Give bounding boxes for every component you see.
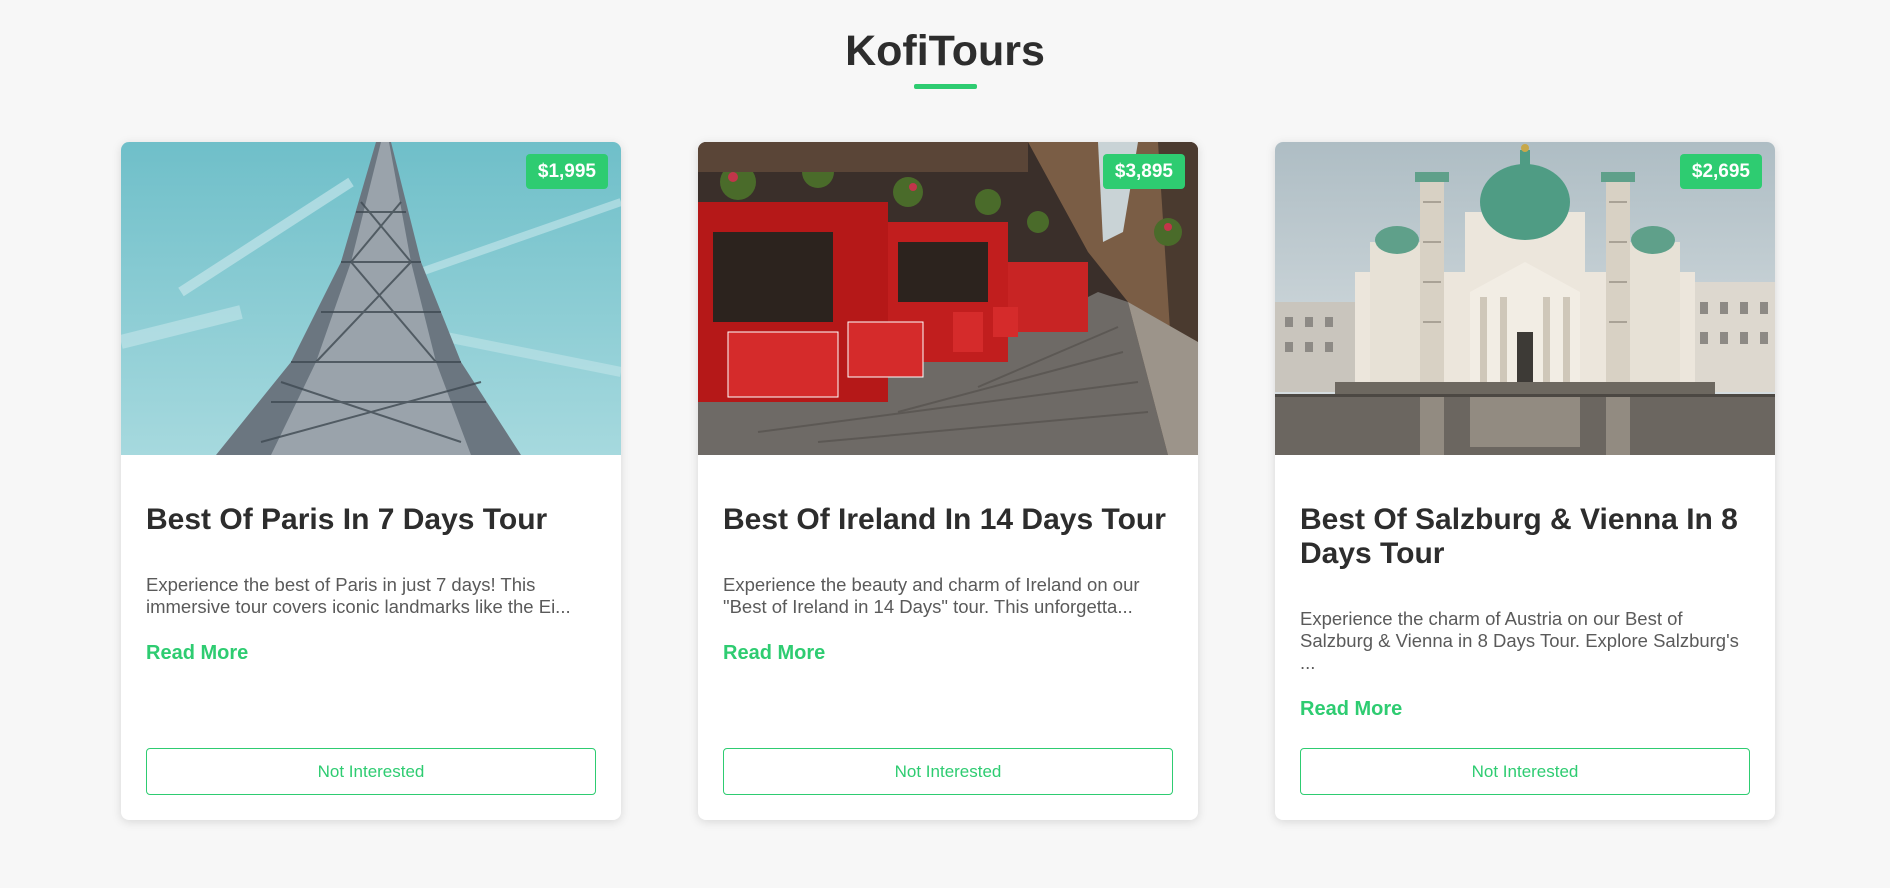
tour-card-list: $1,995 Best Of Paris In 7 Days Tour Expe… xyxy=(121,142,1775,820)
card-body: Best Of Salzburg & Vienna In 8 Days Tour… xyxy=(1275,455,1775,721)
tour-card: $2,695 Best Of Salzburg & Vienna In 8 Da… xyxy=(1275,142,1775,820)
read-more-link[interactable]: Read More xyxy=(146,642,248,665)
tour-description: Experience the beauty and charm of Irela… xyxy=(723,574,1140,617)
tour-image-eiffel-tower: $1,995 xyxy=(121,142,621,455)
site-header: KofiTours xyxy=(0,0,1890,89)
tour-image-karlskirche: $2,695 xyxy=(1275,142,1775,455)
title-underline xyxy=(913,84,977,89)
tour-image-temple-bar: $3,895 xyxy=(698,142,1198,455)
tour-description: Experience the charm of Austria on our B… xyxy=(1300,608,1739,673)
price-badge: $3,895 xyxy=(1102,154,1185,189)
price-badge: $1,995 xyxy=(525,154,608,189)
not-interested-button[interactable]: Not Interested xyxy=(723,748,1173,795)
card-body: Best Of Paris In 7 Days Tour Experience … xyxy=(121,455,621,665)
tour-title: Best Of Paris In 7 Days Tour xyxy=(146,503,548,536)
read-more-link[interactable]: Read More xyxy=(723,642,825,665)
read-more-link[interactable]: Read More xyxy=(1300,698,1402,721)
tour-title: Best Of Salzburg & Vienna In 8 Days Tour xyxy=(1300,503,1738,570)
not-interested-button[interactable]: Not Interested xyxy=(146,748,596,795)
tour-description: Experience the best of Paris in just 7 d… xyxy=(146,574,571,617)
card-body: Best Of Ireland In 14 Days Tour Experien… xyxy=(698,455,1198,665)
tour-card: $3,895 Best Of Ireland In 14 Days Tour E… xyxy=(698,142,1198,820)
tour-card: $1,995 Best Of Paris In 7 Days Tour Expe… xyxy=(121,142,621,820)
tour-title: Best Of Ireland In 14 Days Tour xyxy=(723,503,1166,536)
site-title: KofiTours xyxy=(845,27,1045,75)
not-interested-button[interactable]: Not Interested xyxy=(1300,748,1750,795)
price-badge: $2,695 xyxy=(1679,154,1762,189)
